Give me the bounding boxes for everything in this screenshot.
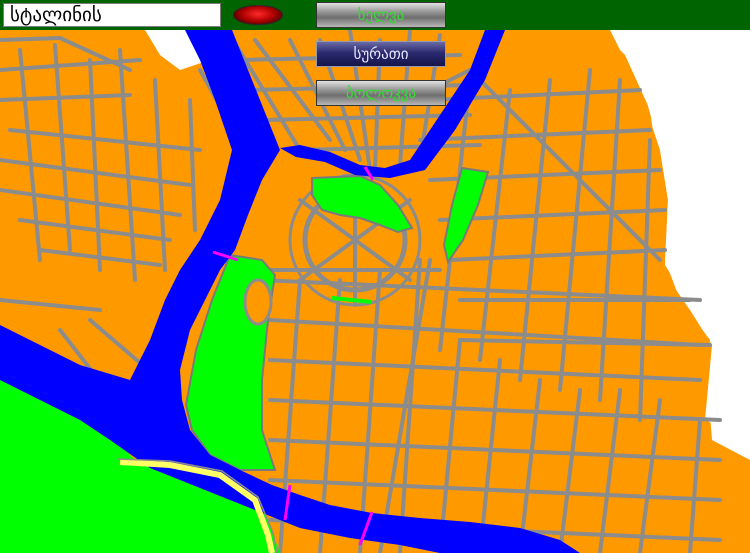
pond [243,278,273,326]
search-input[interactable] [3,3,221,27]
search-button[interactable]: ბოლოკვა [316,80,446,106]
picture-button[interactable]: სურათი [316,41,446,67]
city-map[interactable] [0,30,750,553]
status-indicator-icon[interactable] [233,5,283,25]
view-button[interactable]: ხელვა [316,2,446,28]
